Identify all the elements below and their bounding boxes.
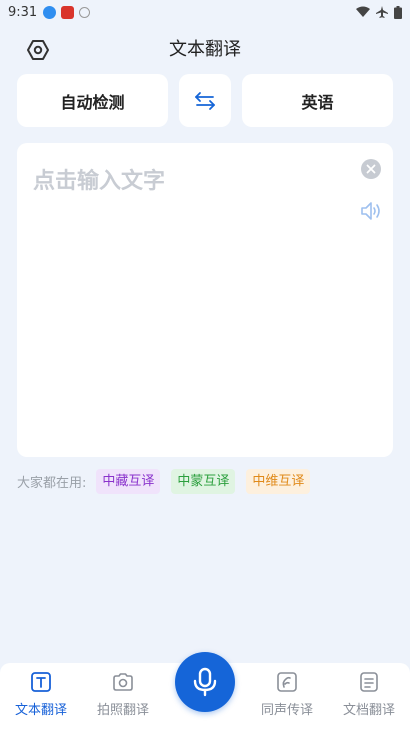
nav-document-translate[interactable]: 文档翻译 [328, 671, 410, 723]
settings-button[interactable] [24, 36, 52, 64]
language-selector: 自动检测 英语 [17, 74, 393, 128]
nav-label: 同声传译 [260, 703, 313, 718]
app-notification-icon [61, 5, 75, 19]
popular-label: 大家都在用: [17, 476, 87, 491]
document-icon [360, 672, 378, 692]
popular-translations: 大家都在用: 中藏互译 中蒙互译 中维互译 [17, 469, 321, 494]
download-icon [43, 5, 57, 19]
speaker-button[interactable] [359, 199, 383, 223]
swap-language-button[interactable] [179, 74, 231, 127]
page-title: 文本翻译 [169, 39, 241, 60]
status-time: 9:31 [8, 4, 38, 20]
source-language-button[interactable]: 自动检测 [17, 74, 168, 127]
speaker-icon [361, 202, 380, 220]
swap-icon [195, 91, 215, 110]
clear-button[interactable] [361, 159, 381, 179]
chip-chinese-tibetan[interactable]: 中藏互译 [96, 469, 161, 494]
wifi-icon [356, 6, 370, 17]
nav-label: 文档翻译 [342, 703, 395, 718]
battery-icon [394, 5, 402, 19]
chip-chinese-mongolian[interactable]: 中蒙互译 [171, 469, 236, 494]
nav-text-translate[interactable]: 文本翻译 [0, 671, 82, 723]
nav-photo-translate[interactable]: 拍照翻译 [82, 671, 164, 723]
nav-simultaneous-interpret[interactable]: 同声传译 [246, 671, 328, 723]
input-placeholder: 点击输入文字 [33, 169, 166, 194]
voice-input-button[interactable] [175, 652, 235, 712]
info-icon [79, 6, 91, 18]
settings-icon [27, 40, 49, 60]
text-translate-icon [31, 672, 51, 692]
nav-label: 拍照翻译 [96, 703, 149, 718]
simultaneous-icon [277, 672, 297, 692]
close-icon [366, 164, 376, 174]
text-input-area[interactable]: 点击输入文字 [17, 143, 393, 457]
airplane-icon [376, 6, 388, 18]
chip-chinese-uyghur[interactable]: 中维互译 [246, 469, 311, 494]
app-header: 文本翻译 [0, 28, 410, 68]
microphone-icon [193, 667, 217, 697]
camera-icon [113, 673, 133, 691]
target-language-button[interactable]: 英语 [242, 74, 393, 127]
nav-label: 文本翻译 [14, 703, 67, 718]
status-bar: 9:31 [0, 0, 410, 24]
